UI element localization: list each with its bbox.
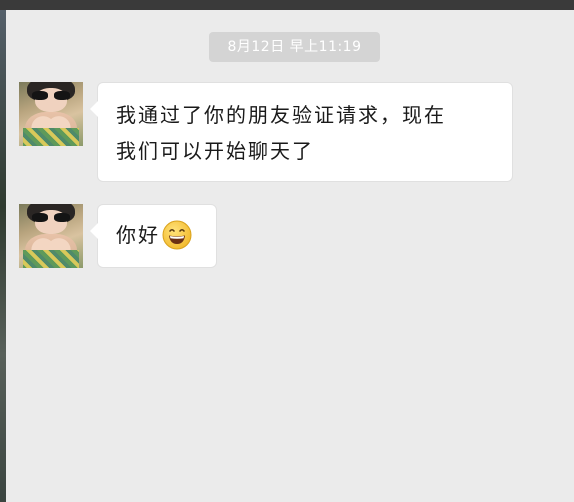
message-text: 你好 xyxy=(116,223,160,247)
window-top-bar xyxy=(0,0,574,10)
message-timestamp: 8月12日 早上11:19 xyxy=(209,32,380,62)
message-bubble[interactable]: 你好 xyxy=(90,204,217,268)
sunglasses xyxy=(32,213,70,222)
contact-avatar[interactable] xyxy=(19,204,83,268)
message-bubble[interactable]: 我通过了你的朋友验证请求，现在 我们可以开始聊天了 xyxy=(90,82,513,182)
sunglasses xyxy=(32,91,70,100)
message-line: 我通过了你的朋友验证请求，现在 xyxy=(116,103,446,127)
grinning-face-icon xyxy=(162,220,192,249)
contact-avatar[interactable] xyxy=(19,82,83,146)
message-line: 我们可以开始聊天了 xyxy=(116,139,314,163)
chat-area[interactable]: 8月12日 早上11:19 我通过了你的朋友验证请求，现在 我们可以开始聊天了 … xyxy=(6,10,574,502)
